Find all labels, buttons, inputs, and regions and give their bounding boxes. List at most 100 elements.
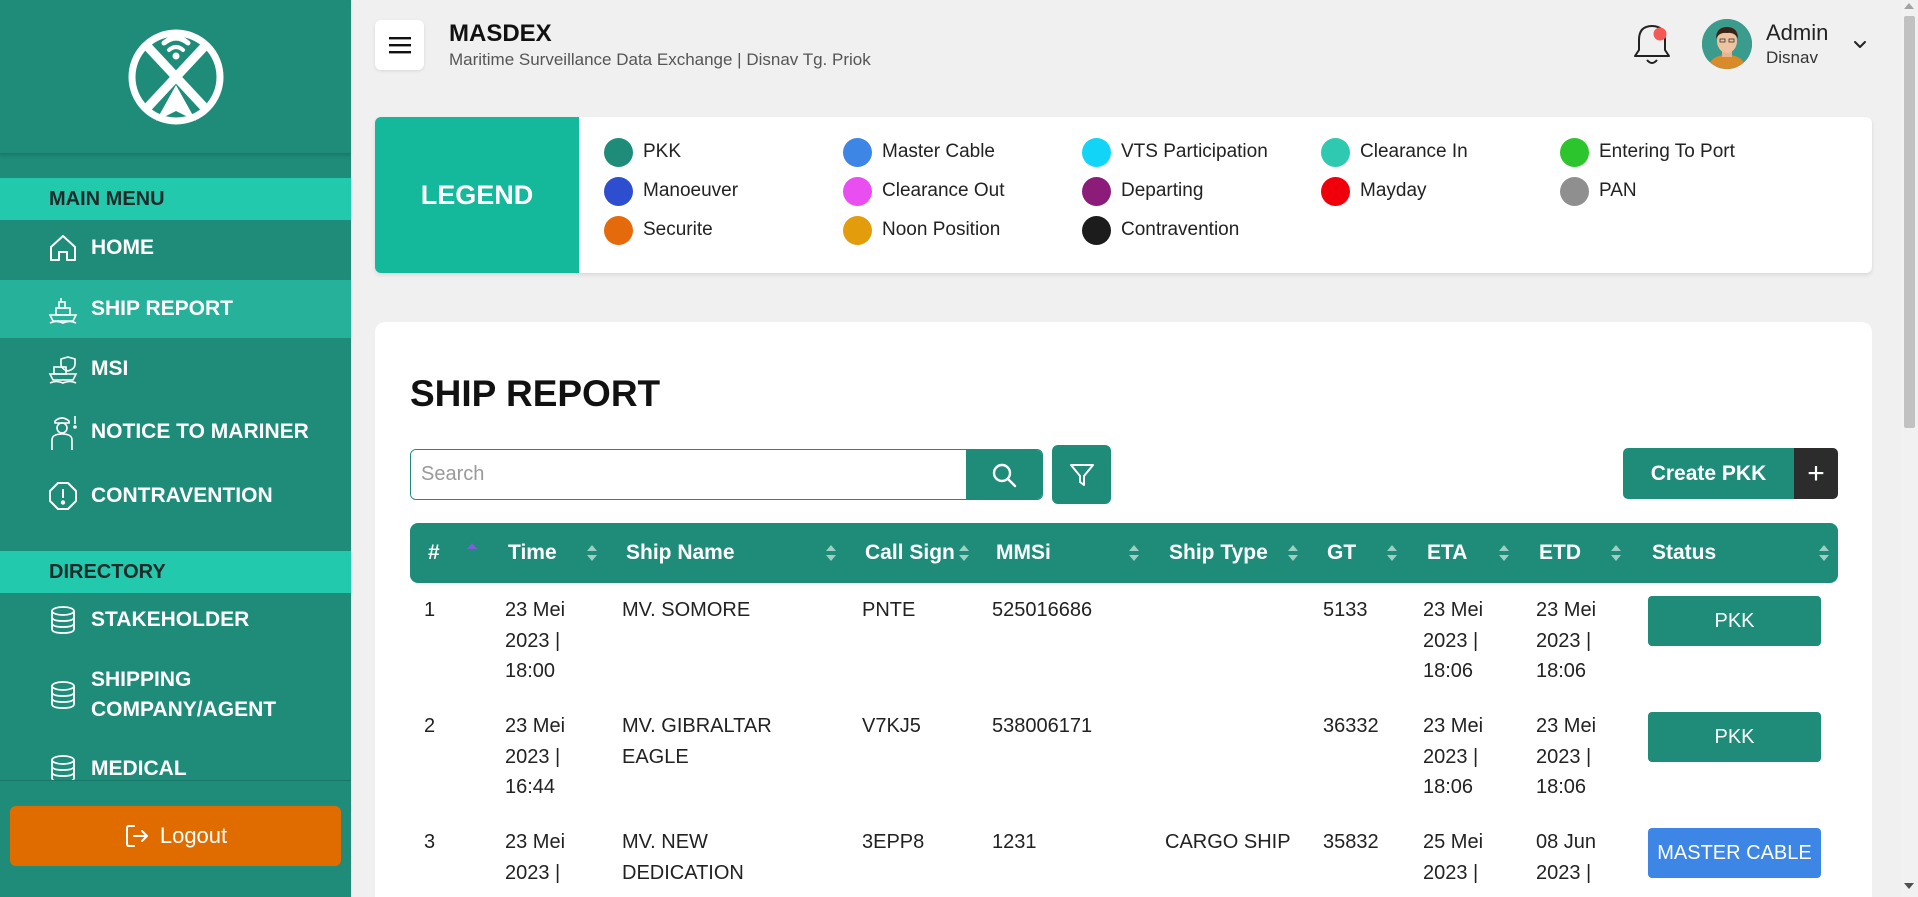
legend-color-dot — [604, 176, 633, 206]
column-header-ship-name[interactable]: Ship Name — [626, 523, 735, 583]
sort-icon[interactable] — [1128, 542, 1140, 564]
sidebar-item-shipping-company-agent[interactable]: SHIPPING COMPANY/AGENT — [0, 664, 351, 726]
hamburger-icon — [388, 37, 411, 54]
sort-icon[interactable] — [825, 542, 837, 564]
column-header-call-sign[interactable]: Call Sign — [865, 523, 955, 583]
search-input[interactable] — [411, 450, 966, 499]
sort-icon[interactable] — [586, 542, 598, 564]
page-title: SHIP REPORT — [410, 373, 661, 414]
column-header-ship-type[interactable]: Ship Type — [1169, 523, 1268, 583]
legend-item: Entering To Port — [1560, 137, 1735, 167]
status-button[interactable]: PKK — [1648, 712, 1821, 762]
column-header-etd[interactable]: ETD — [1539, 523, 1581, 583]
legend-item: Manoeuver — [604, 176, 738, 206]
filter-button[interactable] — [1052, 445, 1111, 504]
legend-color-dot — [1560, 176, 1589, 206]
cell-eta: 2023 | — [1423, 861, 1479, 884]
search-button[interactable] — [966, 450, 1042, 499]
cell-time: 2023 | — [505, 629, 561, 652]
column-header-status[interactable]: Status — [1652, 523, 1716, 583]
column-header-number[interactable]: # — [428, 523, 440, 583]
logout-label: Logout — [159, 823, 228, 848]
cell-etd: 18:06 — [1536, 776, 1587, 798]
avatar[interactable] — [1702, 19, 1752, 69]
scrollbar-thumb[interactable] — [1904, 16, 1915, 428]
cell-time: 2023 | — [505, 745, 561, 768]
column-header-time[interactable]: Time — [508, 523, 557, 583]
legend-label: PAN — [1599, 180, 1637, 201]
sort-icon[interactable] — [1287, 542, 1299, 564]
cell-time: 18:00 — [505, 660, 556, 682]
cell-call-sign: 3EPP8 — [862, 831, 925, 853]
sidebar-item-home[interactable]: HOME — [0, 225, 351, 271]
legend-card: LEGEND PKK Master Cable VTS Participation C… — [375, 117, 1872, 273]
cell-no: 3 — [424, 831, 436, 853]
sort-icon[interactable] — [1386, 542, 1398, 564]
user-menu-toggle[interactable] — [1850, 34, 1870, 54]
legend-color-dot — [843, 176, 872, 206]
legend-label: Departing — [1121, 180, 1204, 201]
legend-color-dot — [604, 137, 633, 167]
cell-gt: 35832 — [1323, 831, 1379, 853]
cell-time: 23 Mei — [505, 715, 566, 737]
sidebar-item-contravention[interactable]: CONTRAVENTION — [0, 473, 351, 519]
cell-gt: 36332 — [1323, 715, 1379, 737]
cell-ship-type: CARGO SHIP — [1165, 831, 1291, 853]
sort-asc-icon[interactable] — [466, 540, 478, 562]
legend-label: PKK — [643, 141, 682, 162]
create-pkk-button[interactable]: Create PKK + — [1623, 448, 1838, 499]
cell-eta: 23 Mei — [1423, 715, 1484, 737]
sort-icon[interactable] — [1498, 542, 1510, 564]
cell-no: 1 — [424, 599, 436, 621]
status-button[interactable]: MASTER CABLE — [1648, 828, 1821, 878]
legend-color-dot — [843, 137, 872, 167]
legend-label: Manoeuver — [643, 180, 739, 201]
cell-ship-name: EAGLE — [622, 745, 689, 768]
notification-button[interactable] — [1630, 20, 1674, 68]
plus-icon: + — [1794, 448, 1838, 499]
sidebar-item-label: CONTRAVENTION — [91, 484, 273, 507]
sort-icon[interactable] — [1818, 542, 1830, 564]
status-button[interactable]: PKK — [1648, 596, 1821, 646]
cell-ship-name: DEDICATION — [622, 861, 744, 884]
sidebar-item-stakeholder[interactable]: STAKEHOLDER — [0, 597, 351, 643]
column-header-eta[interactable]: ETA — [1427, 523, 1467, 583]
masdex-logo — [128, 29, 223, 124]
scroll-down-arrow[interactable] — [1904, 883, 1914, 889]
cell-mmsi: 1231 — [992, 831, 1037, 853]
scroll-up-arrow[interactable] — [1904, 3, 1914, 9]
database-icon — [47, 679, 79, 711]
legend-label: Contravention — [1121, 219, 1240, 240]
logo-area — [0, 0, 351, 154]
cell-time: 16:44 — [505, 776, 556, 798]
cell-time: 2023 | — [505, 861, 561, 884]
sidebar-item-msi[interactable]: MSI — [0, 345, 351, 393]
ship-icon — [47, 293, 79, 325]
legend-label: Master Cable — [882, 141, 995, 162]
sidebar-item-ship-report[interactable]: SHIP REPORT — [0, 280, 351, 338]
sidebar-item-label: STAKEHOLDER — [91, 608, 250, 631]
legend-label: Noon Position — [882, 219, 1001, 240]
cell-eta: 25 Mei — [1423, 831, 1484, 853]
app-title: MASDEX — [449, 20, 552, 47]
column-header-mmsi[interactable]: MMSi — [996, 523, 1051, 583]
cell-gt: 5133 — [1323, 599, 1368, 621]
cell-eta: 23 Mei — [1423, 599, 1484, 621]
sort-icon[interactable] — [1610, 542, 1622, 564]
sidebar-item-notice-to-mariner[interactable]: NOTICE TO MARINER — [0, 405, 351, 459]
legend-label: Clearance In — [1360, 141, 1468, 162]
legend-item: Departing — [1082, 176, 1203, 206]
sort-icon[interactable] — [958, 542, 970, 564]
cell-eta: 2023 | — [1423, 629, 1479, 652]
bell-icon — [1634, 25, 1670, 64]
menu-toggle-button[interactable] — [375, 20, 424, 70]
sidebar-item-label: SHIPPING COMPANY/AGENT — [91, 668, 277, 721]
legend-color-dot — [604, 215, 633, 245]
column-header-gt[interactable]: GT — [1327, 523, 1356, 583]
cell-etd: 2023 | — [1536, 745, 1592, 768]
logout-button[interactable]: Logout — [10, 806, 341, 866]
search-bar — [410, 449, 1043, 500]
legend-item: Clearance Out — [843, 176, 1005, 206]
chevron-down-icon — [1854, 41, 1866, 48]
logout-icon — [125, 825, 148, 847]
